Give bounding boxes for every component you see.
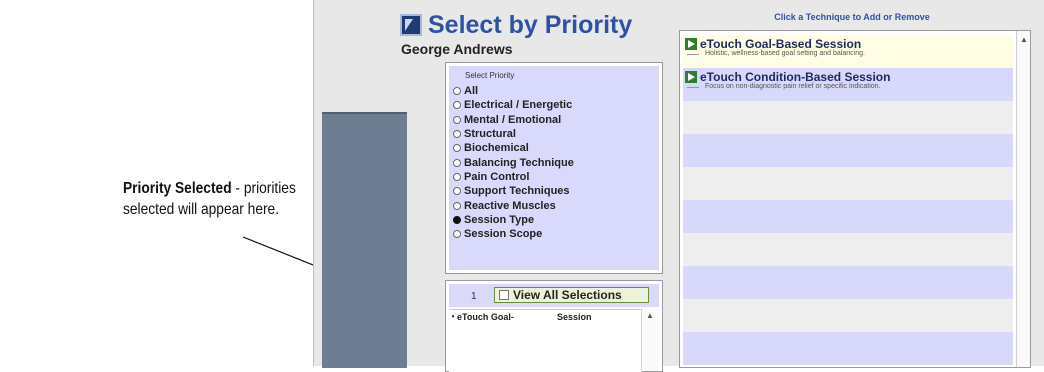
selected-priorities-panel: 1 View All Selections • eTouch Goal- Sessi…	[445, 280, 663, 372]
technique-row-empty	[683, 233, 1013, 266]
add-technique-icon[interactable]	[685, 37, 697, 50]
priority-option-mental-emotional[interactable]: Mental / Emotional	[453, 113, 574, 127]
priority-option-all[interactable]: All	[453, 84, 574, 98]
bullet-icon: •	[451, 312, 455, 321]
technique-title-text: eTouch Condition-Based Session	[700, 69, 891, 84]
checkbox-icon	[499, 290, 509, 300]
priority-option-label: Structural	[464, 128, 516, 141]
technique-description: Holistic, wellness-based goal setting an…	[683, 50, 1013, 57]
technique-row-empty	[683, 167, 1013, 200]
techniques-header: Click a Technique to Add or Remove	[774, 12, 930, 22]
selected-row-name: eTouch Goal-	[457, 311, 514, 322]
selected-toolbar: 1 View All Selections	[449, 284, 659, 307]
priority-option-structural[interactable]: Structural	[453, 127, 574, 141]
technique-row-empty	[683, 101, 1013, 134]
technique-row-empty	[683, 299, 1013, 332]
priority-list: All Electrical / Energetic Mental / Emotio…	[453, 84, 574, 241]
view-all-selections-label: View All Selections	[513, 288, 622, 302]
priority-option-biochemical[interactable]: Biochemical	[453, 141, 574, 155]
priority-option-label: Biochemical	[464, 142, 529, 155]
priority-option-label: Mental / Emotional	[464, 113, 562, 126]
technique-row-etouch-goal-based-session[interactable]: eTouch Goal-Based Session Holistic, welln…	[683, 35, 1013, 68]
technique-row-empty	[683, 266, 1013, 299]
techniques-scrollbar[interactable]: ▲	[1016, 31, 1030, 367]
techniques-list: eTouch Goal-Based Session Holistic, welln…	[683, 35, 1013, 365]
page-header: Select by Priority	[400, 10, 632, 40]
view-all-selections-button[interactable]: View All Selections	[494, 287, 649, 303]
priority-option-label: Pain Control	[464, 170, 530, 183]
priority-option-label: Session Scope	[464, 228, 543, 241]
technique-row-empty	[683, 134, 1013, 167]
selected-row[interactable]: • eTouch Goal- Session	[449, 310, 642, 323]
radio-unselected-icon[interactable]	[453, 158, 461, 167]
radio-unselected-icon[interactable]	[453, 187, 461, 196]
technique-description: Focus on non-diagnostic pain relief or s…	[683, 83, 1013, 90]
priority-option-label: Support Techniques	[464, 185, 570, 198]
priority-option-label: Balancing Technique	[464, 156, 574, 169]
priority-option-session-type[interactable]: Session Type	[453, 213, 574, 227]
priority-option-pain-control[interactable]: Pain Control	[453, 170, 574, 184]
app-logo-icon	[400, 14, 422, 36]
priority-option-balancing-technique[interactable]: Balancing Technique	[453, 155, 574, 169]
scroll-up-icon[interactable]: ▲	[1020, 35, 1028, 44]
radio-unselected-icon[interactable]	[453, 101, 461, 110]
radio-unselected-icon[interactable]	[453, 144, 461, 153]
priority-option-support-techniques[interactable]: Support Techniques	[453, 184, 574, 198]
priority-panel-body: Select Priority All Electrical / Energeti…	[449, 66, 659, 270]
scroll-up-icon[interactable]: ▲	[646, 311, 654, 320]
left-sidebar	[322, 112, 407, 368]
selection-count: 1	[471, 291, 477, 302]
technique-row-empty	[683, 200, 1013, 233]
selected-row-type: Session	[557, 311, 592, 322]
add-technique-icon[interactable]	[685, 70, 697, 83]
priority-panel: Select Priority All Electrical / Energeti…	[445, 62, 663, 274]
radio-unselected-icon[interactable]	[453, 87, 461, 96]
selected-list: • eTouch Goal- Session	[449, 309, 642, 372]
priority-panel-header: Select Priority	[465, 71, 515, 80]
priority-option-label: Electrical / Energetic	[464, 99, 573, 112]
techniques-panel: eTouch Goal-Based Session Holistic, welln…	[679, 30, 1031, 368]
technique-title-text: eTouch Goal-Based Session	[700, 36, 862, 51]
callout-title: Priority Selected	[123, 180, 232, 197]
technique-row-empty	[683, 332, 1013, 365]
radio-unselected-icon[interactable]	[453, 130, 461, 139]
radio-unselected-icon[interactable]	[453, 172, 461, 181]
page-title: Select by Priority	[428, 10, 633, 39]
priority-option-label: Reactive Muscles	[464, 199, 556, 212]
priority-option-session-scope[interactable]: Session Scope	[453, 227, 574, 241]
technique-row-etouch-condition-based-session[interactable]: eTouch Condition-Based Session Focus on n…	[683, 68, 1013, 101]
radio-unselected-icon[interactable]	[453, 115, 461, 124]
client-name: George Andrews	[401, 41, 513, 57]
radio-selected-icon[interactable]	[453, 215, 461, 224]
radio-unselected-icon[interactable]	[453, 201, 461, 210]
radio-unselected-icon[interactable]	[453, 230, 461, 239]
priority-option-electrical-energetic[interactable]: Electrical / Energetic	[453, 98, 574, 112]
priority-option-label: Session Type	[464, 213, 535, 226]
selected-list-scrollbar[interactable]: ▲	[641, 309, 656, 371]
priority-option-label: All	[464, 85, 479, 98]
priority-option-reactive-muscles[interactable]: Reactive Muscles	[453, 198, 574, 212]
